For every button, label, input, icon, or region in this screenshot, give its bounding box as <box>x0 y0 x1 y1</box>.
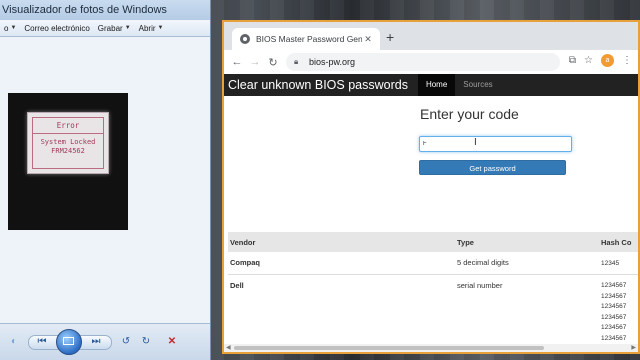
chevron-down-icon: ▼ <box>10 25 17 31</box>
column-header-type: Type <box>457 238 474 247</box>
close-icon[interactable]: ✕ <box>362 34 374 45</box>
next-icon[interactable]: ⏭ <box>88 334 104 348</box>
lock-icon[interactable]: 🔒︎ <box>294 57 304 67</box>
hash-value: 12345 <box>601 260 620 267</box>
menu-kebab-icon[interactable]: ⋮ <box>622 55 632 66</box>
menu-item-burn[interactable]: Grabar ▼ <box>94 24 135 33</box>
column-header-hash: Hash Co <box>601 238 632 247</box>
table-header: Vendor Type Hash Co <box>228 232 638 252</box>
hash-cell: 12345 <box>601 259 619 270</box>
address-bar[interactable]: 🔒︎ bios-pw.org <box>286 53 560 71</box>
page-title: Enter your code <box>420 106 519 122</box>
menu-item-open[interactable]: Abrir ▼ <box>135 24 168 33</box>
chevron-down-icon: ▼ <box>157 25 164 31</box>
vendor-cell: Dell <box>230 281 244 290</box>
scroll-right-icon[interactable]: ▶ <box>631 344 636 352</box>
tab-title: BIOS Master Password Generato <box>256 34 362 44</box>
translate-icon[interactable]: ⧉ <box>569 55 576 66</box>
menu-item-label: Correo electrónico <box>24 23 90 33</box>
get-password-button[interactable]: Get password <box>419 160 566 175</box>
type-cell: 5 decimal digits <box>457 258 509 267</box>
hash-cell: 1234567 1234567 1234567 1234567 1234567 … <box>601 281 626 352</box>
reload-icon[interactable]: ↻ <box>264 56 282 69</box>
rotate-cw-icon[interactable]: ↻ <box>138 334 154 348</box>
menu-item-label: o <box>4 23 9 33</box>
new-tab-button[interactable]: + <box>386 28 394 46</box>
table-row: Dell serial number 1234567 1234567 12345… <box>228 275 638 352</box>
code-input[interactable] <box>419 136 572 152</box>
site-navbar: Clear unknown BIOS passwords Home Source… <box>224 74 638 96</box>
photo-viewer-menu: o ▼ Correo electrónico Grabar ▼ Abrir ▼ <box>0 20 210 37</box>
delete-icon[interactable]: ✕ <box>164 334 180 348</box>
hash-value: 1234567 <box>601 303 627 310</box>
zoom-icon[interactable]: ◐ <box>6 334 22 348</box>
table-row: Compaq 5 decimal digits 12345 <box>228 252 638 275</box>
photo-viewer-window: Visualizador de fotos de Windows o ▼ Cor… <box>0 0 211 360</box>
text-cursor-icon: I <box>474 137 477 148</box>
slideshow-icon[interactable] <box>56 329 82 355</box>
star-icon[interactable]: ☆ <box>584 55 593 66</box>
menu-item-label: Grabar <box>97 23 123 33</box>
chevron-down-icon: ▼ <box>124 25 131 31</box>
column-header-vendor: Vendor <box>230 238 256 247</box>
hash-value: 1234567 <box>601 292 627 300</box>
previous-icon[interactable]: ⏮ <box>34 334 50 348</box>
hash-value: 1234567 <box>601 334 627 342</box>
forward-icon[interactable]: → <box>246 56 264 68</box>
photo-viewer-controls: ◐ ⏮ ⏭ ↺ ↻ ✕ <box>0 323 210 360</box>
menu-item-email[interactable]: Correo electrónico <box>20 24 93 33</box>
type-cell: serial number <box>457 281 503 290</box>
scrollbar-thumb[interactable] <box>234 346 544 350</box>
vendor-cell: Compaq <box>230 258 260 267</box>
toolbar: ← → ↻ 🔒︎ bios-pw.org ⧉ ☆ a ⋮ <box>224 50 638 75</box>
displayed-photo: Error System Locked FRM24562 <box>8 93 128 230</box>
photo-viewer-title: Visualizador de fotos de Windows <box>0 0 210 20</box>
url-text: bios-pw.org <box>309 57 356 67</box>
photo-canvas: Error System Locked FRM24562 <box>0 37 210 324</box>
rotate-ccw-icon[interactable]: ↺ <box>118 334 134 348</box>
lcd-screen: Error System Locked FRM24562 <box>27 112 109 174</box>
browser-window: BIOS Master Password Generato ✕ + ← → ↻ … <box>222 20 640 354</box>
nav-home[interactable]: Home <box>417 74 456 96</box>
hash-value: 1234567 <box>601 282 627 289</box>
lcd-code-text: FRM24562 <box>51 147 85 155</box>
tab-bios-generator[interactable]: BIOS Master Password Generato ✕ <box>232 28 380 50</box>
lcd-error-text: Error <box>33 121 103 134</box>
menu-item-file[interactable]: o ▼ <box>0 24 20 33</box>
scroll-left-icon[interactable]: ◀ <box>226 344 231 352</box>
back-icon[interactable]: ← <box>228 56 246 68</box>
web-page: Clear unknown BIOS passwords Home Source… <box>224 74 638 352</box>
tab-strip: BIOS Master Password Generato ✕ + <box>224 22 638 50</box>
site-brand[interactable]: Clear unknown BIOS passwords <box>224 78 408 92</box>
hash-value: 1234567 <box>601 324 627 331</box>
globe-icon <box>240 34 250 44</box>
hash-value: 1234567 <box>601 313 627 321</box>
menu-item-label: Abrir <box>138 23 156 33</box>
horizontal-scrollbar[interactable]: ◀ ▶ <box>224 344 638 352</box>
lcd-locked-text: System Locked <box>40 138 96 146</box>
avatar[interactable]: a <box>601 54 614 67</box>
nav-sources[interactable]: Sources <box>455 74 500 96</box>
